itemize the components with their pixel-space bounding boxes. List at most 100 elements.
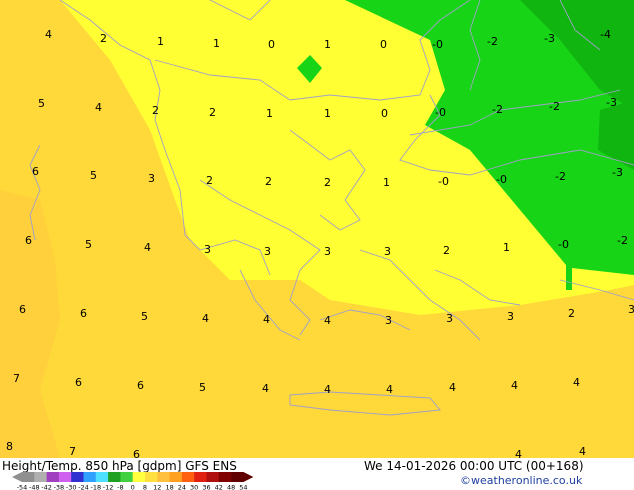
value-label: -2 xyxy=(487,35,498,48)
value-label: 4 xyxy=(144,241,151,254)
value-label: 3 xyxy=(204,243,211,256)
scale-tick-label: 30 xyxy=(190,484,198,490)
value-label: -2 xyxy=(555,170,566,183)
value-label: -0 xyxy=(435,106,446,119)
value-label: 6 xyxy=(19,303,26,316)
scale-swatch xyxy=(181,472,195,482)
value-label: 1 xyxy=(383,176,390,189)
value-label: 3 xyxy=(148,172,155,185)
value-label: 3 xyxy=(384,245,391,258)
value-label: 1 xyxy=(324,38,331,51)
value-label: -2 xyxy=(492,103,503,116)
value-label: 4 xyxy=(573,376,580,389)
value-label: -3 xyxy=(612,166,623,179)
scale-swatch xyxy=(108,472,121,482)
scale-swatch xyxy=(132,472,146,482)
value-label: 4 xyxy=(95,101,102,114)
value-label: 4 xyxy=(324,314,331,327)
scale-swatch xyxy=(231,472,244,482)
value-label: 1 xyxy=(503,241,510,254)
scale-tick-label: -12 xyxy=(103,484,114,490)
value-label: 4 xyxy=(262,382,269,395)
scale-tick-label: 54 xyxy=(239,484,247,490)
scale-tick-label: 48 xyxy=(227,484,235,490)
scale-swatch xyxy=(194,472,207,482)
value-label: 2 xyxy=(265,175,272,188)
value-label: -0 xyxy=(496,173,507,186)
value-label: 6 xyxy=(75,376,82,389)
value-label: 2 xyxy=(152,104,159,117)
scale-swatch xyxy=(145,472,158,482)
value-label: 4 xyxy=(579,445,586,458)
scale-swatch xyxy=(218,472,232,482)
scale-tick-label: -18 xyxy=(90,484,101,490)
value-label: 3 xyxy=(324,245,331,258)
value-label: 4 xyxy=(324,383,331,396)
valid-time: We 14-01-2026 00:00 UTC (00+168) xyxy=(364,459,584,473)
value-label: 2 xyxy=(206,174,213,187)
scale-tick-label: -38 xyxy=(54,484,65,490)
value-label: 4 xyxy=(263,313,270,326)
value-label: 5 xyxy=(38,97,45,110)
value-label: -3 xyxy=(544,32,555,45)
value-label: 2 xyxy=(443,244,450,257)
value-label: 6 xyxy=(133,448,140,458)
value-label: 7 xyxy=(13,372,20,385)
temperature-map: 4 2 1 1 0 1 0 -0 -2 -3 -4 5 4 2 2 1 1 0 … xyxy=(0,0,634,458)
scale-swatch xyxy=(206,472,220,482)
scale-swatch xyxy=(22,472,35,482)
value-label: 3 xyxy=(385,314,392,327)
value-label: 5 xyxy=(141,310,148,323)
value-label: -3 xyxy=(606,96,617,109)
value-label: 1 xyxy=(213,37,220,50)
scale-swatch xyxy=(58,472,72,482)
scale-tick-label: -48 xyxy=(29,484,40,490)
value-label: 2 xyxy=(209,106,216,119)
value-label: 0 xyxy=(381,107,388,120)
value-label: 2 xyxy=(324,176,331,189)
color-scale: -54 -48 -42 -38 -30 -24 -18 -12 -8 0 8 12 18 24 30 36 42… xyxy=(12,472,254,490)
value-label: 5 xyxy=(85,238,92,251)
value-label: 2 xyxy=(100,32,107,45)
value-label: 1 xyxy=(157,35,164,48)
scale-swatch xyxy=(46,472,60,482)
value-label: -2 xyxy=(549,100,560,113)
value-label: -4 xyxy=(600,28,611,41)
scale-arrow-left xyxy=(12,472,22,482)
scale-tick-label: -24 xyxy=(78,484,89,490)
scale-tick-label: 12 xyxy=(153,484,161,490)
value-label: 6 xyxy=(25,234,32,247)
scale-tick-label: -54 xyxy=(17,484,28,490)
value-label: 0 xyxy=(268,38,275,51)
scale-tick-label: 24 xyxy=(178,484,186,490)
value-label: 3 xyxy=(507,310,514,323)
value-label: 0 xyxy=(380,38,387,51)
value-label: 4 xyxy=(511,379,518,392)
value-label: 4 xyxy=(449,381,456,394)
scale-tick-label: 42 xyxy=(215,484,223,490)
value-label: 4 xyxy=(202,312,209,325)
scale-tick-label: 36 xyxy=(202,484,210,490)
scale-swatch xyxy=(120,472,133,482)
value-label: -0 xyxy=(558,238,569,251)
value-label: 3 xyxy=(264,245,271,258)
scale-swatch xyxy=(83,472,97,482)
value-label: -2 xyxy=(617,234,628,247)
value-label: 5 xyxy=(90,169,97,182)
scale-tick-label: -8 xyxy=(117,484,123,490)
value-label: 4 xyxy=(515,448,522,458)
scale-swatch xyxy=(34,472,47,482)
scale-tick-label: -42 xyxy=(41,484,52,490)
value-label: 4 xyxy=(45,28,52,41)
value-label: 3 xyxy=(628,303,634,316)
value-label: 3 xyxy=(446,312,453,325)
map-viewer: 4 2 1 1 0 1 0 -0 -2 -3 -4 5 4 2 2 1 1 0 … xyxy=(0,0,634,490)
site-credit-link[interactable]: ©weatheronline.co.uk xyxy=(460,474,582,487)
value-label: 7 xyxy=(69,445,76,458)
value-label: -0 xyxy=(432,38,443,51)
scale-tick-label: 0 xyxy=(131,484,135,490)
scale-arrow-right xyxy=(243,472,254,482)
scale-swatch xyxy=(95,472,109,482)
value-label: -0 xyxy=(438,175,449,188)
value-label: 2 xyxy=(568,307,575,320)
